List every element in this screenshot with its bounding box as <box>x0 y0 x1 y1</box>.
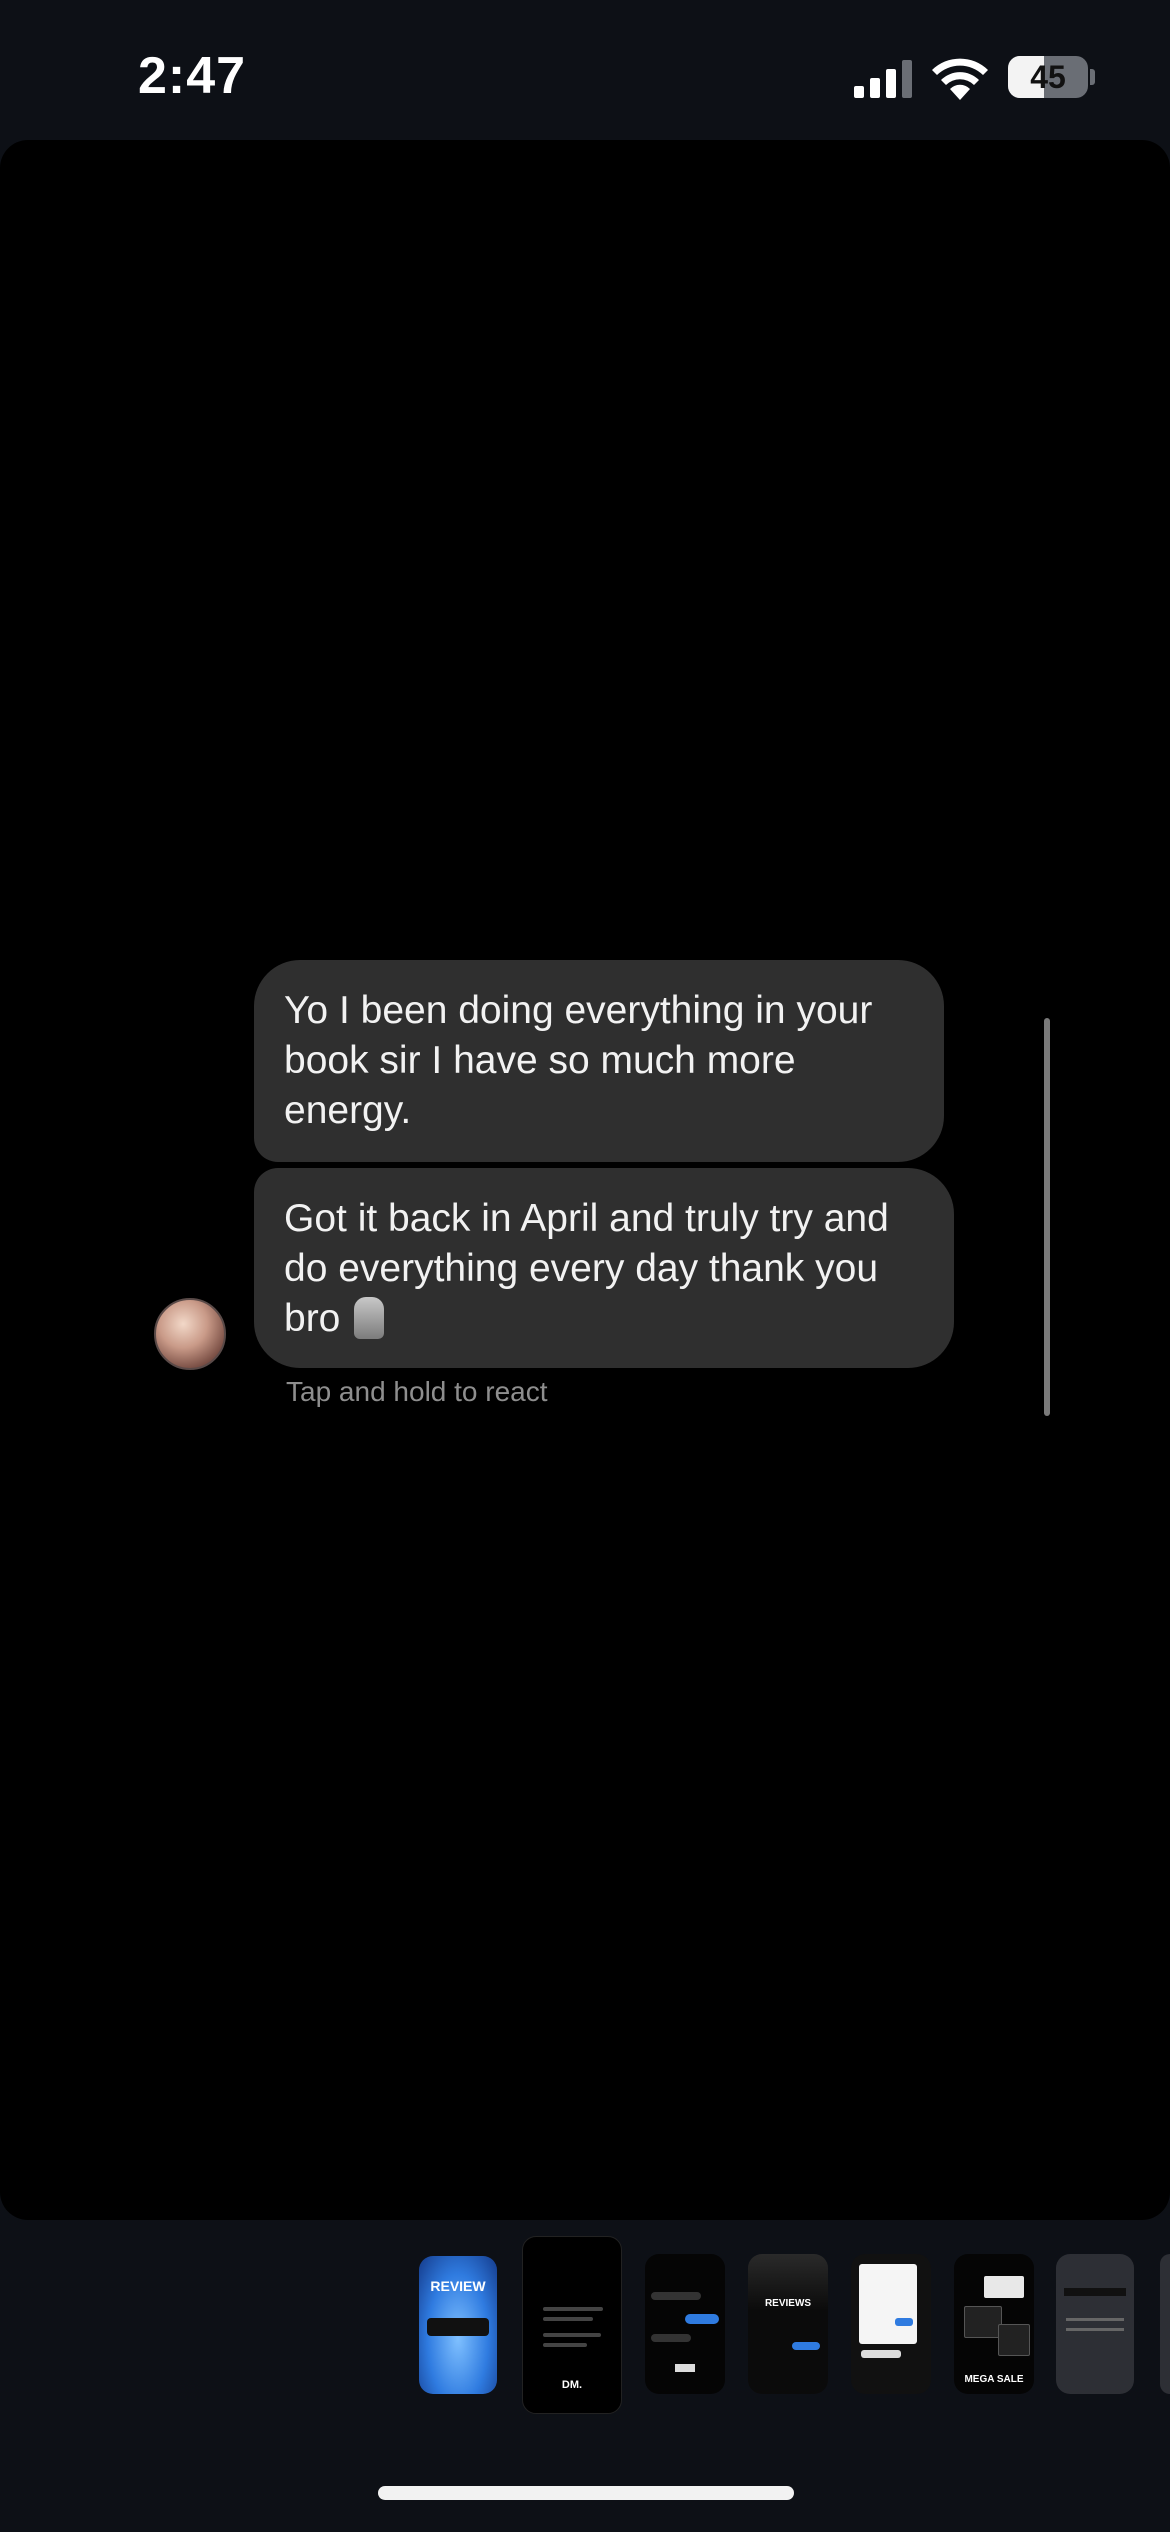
thumbnail-selected[interactable]: DM. <box>522 2236 622 2414</box>
thumbnail-line <box>651 2334 691 2342</box>
thumbnail-chip <box>861 2350 901 2358</box>
thumbnail-line <box>543 2317 593 2321</box>
thumbnail[interactable]: MEGA SALE <box>954 2254 1034 2394</box>
thumbnail-line <box>543 2307 603 2311</box>
thumbnail-box <box>675 2364 695 2372</box>
thumbnail-label: DM. <box>561 2379 583 2391</box>
thumbnail[interactable] <box>851 2254 931 2394</box>
cellular-signal-icon <box>854 60 912 98</box>
thumbnail[interactable]: REVIEWS <box>748 2254 828 2394</box>
thumbnail-bar <box>427 2318 489 2336</box>
thumbnail[interactable] <box>645 2254 725 2394</box>
status-time: 2:47 <box>138 47 247 105</box>
thumbnail[interactable] <box>1056 2254 1134 2394</box>
message-text: Yo I been doing everything in your book … <box>284 989 873 1132</box>
message-bubble[interactable]: Yo I been doing everything in your book … <box>254 960 944 1162</box>
story-viewer[interactable]: Yo I been doing everything in your book … <box>0 140 1170 2220</box>
battery-nub <box>1090 69 1095 85</box>
scrollbar[interactable] <box>1044 1018 1050 1416</box>
thumbnail-line <box>1066 2328 1124 2331</box>
thumbnail[interactable] <box>1160 2254 1170 2394</box>
message-bubble[interactable]: Got it back in April and truly try and d… <box>254 1168 954 1368</box>
moai-emoji-icon <box>354 1297 385 1339</box>
thumbnail-box <box>964 2306 1002 2338</box>
thumbnail-line <box>1066 2318 1124 2321</box>
thumbnail-box <box>998 2324 1030 2356</box>
thumbnail-chip <box>895 2318 913 2326</box>
thumbnail-box <box>984 2276 1024 2298</box>
thumbnail-paper <box>859 2264 917 2344</box>
status-bar: 2:47 45 <box>0 0 1170 140</box>
thumbnail-line <box>543 2343 587 2347</box>
thumbnail-label: REVIEWS <box>764 2298 812 2309</box>
thumbnail-line <box>685 2314 719 2324</box>
react-hint: Tap and hold to react <box>286 1376 548 1407</box>
thumbnail-line <box>651 2292 701 2300</box>
thumbnail-label: REVIEW <box>430 2278 486 2294</box>
wifi-icon <box>932 58 988 100</box>
thumbnail-label: MEGA SALE <box>964 2374 1024 2385</box>
thumbnail-bar <box>1064 2288 1126 2296</box>
thumbnail-line <box>792 2342 820 2350</box>
thumbnail-line <box>543 2333 601 2337</box>
avatar[interactable] <box>154 1298 226 1370</box>
battery-icon: 45 <box>1008 56 1088 98</box>
battery-percentage: 45 <box>1030 59 1066 95</box>
thumbnail-strip: REVIEW DM. REVIEWS MEGA SALE <box>0 2236 1170 2416</box>
home-indicator[interactable] <box>378 2486 794 2500</box>
thumbnail[interactable]: REVIEW <box>419 2256 497 2394</box>
